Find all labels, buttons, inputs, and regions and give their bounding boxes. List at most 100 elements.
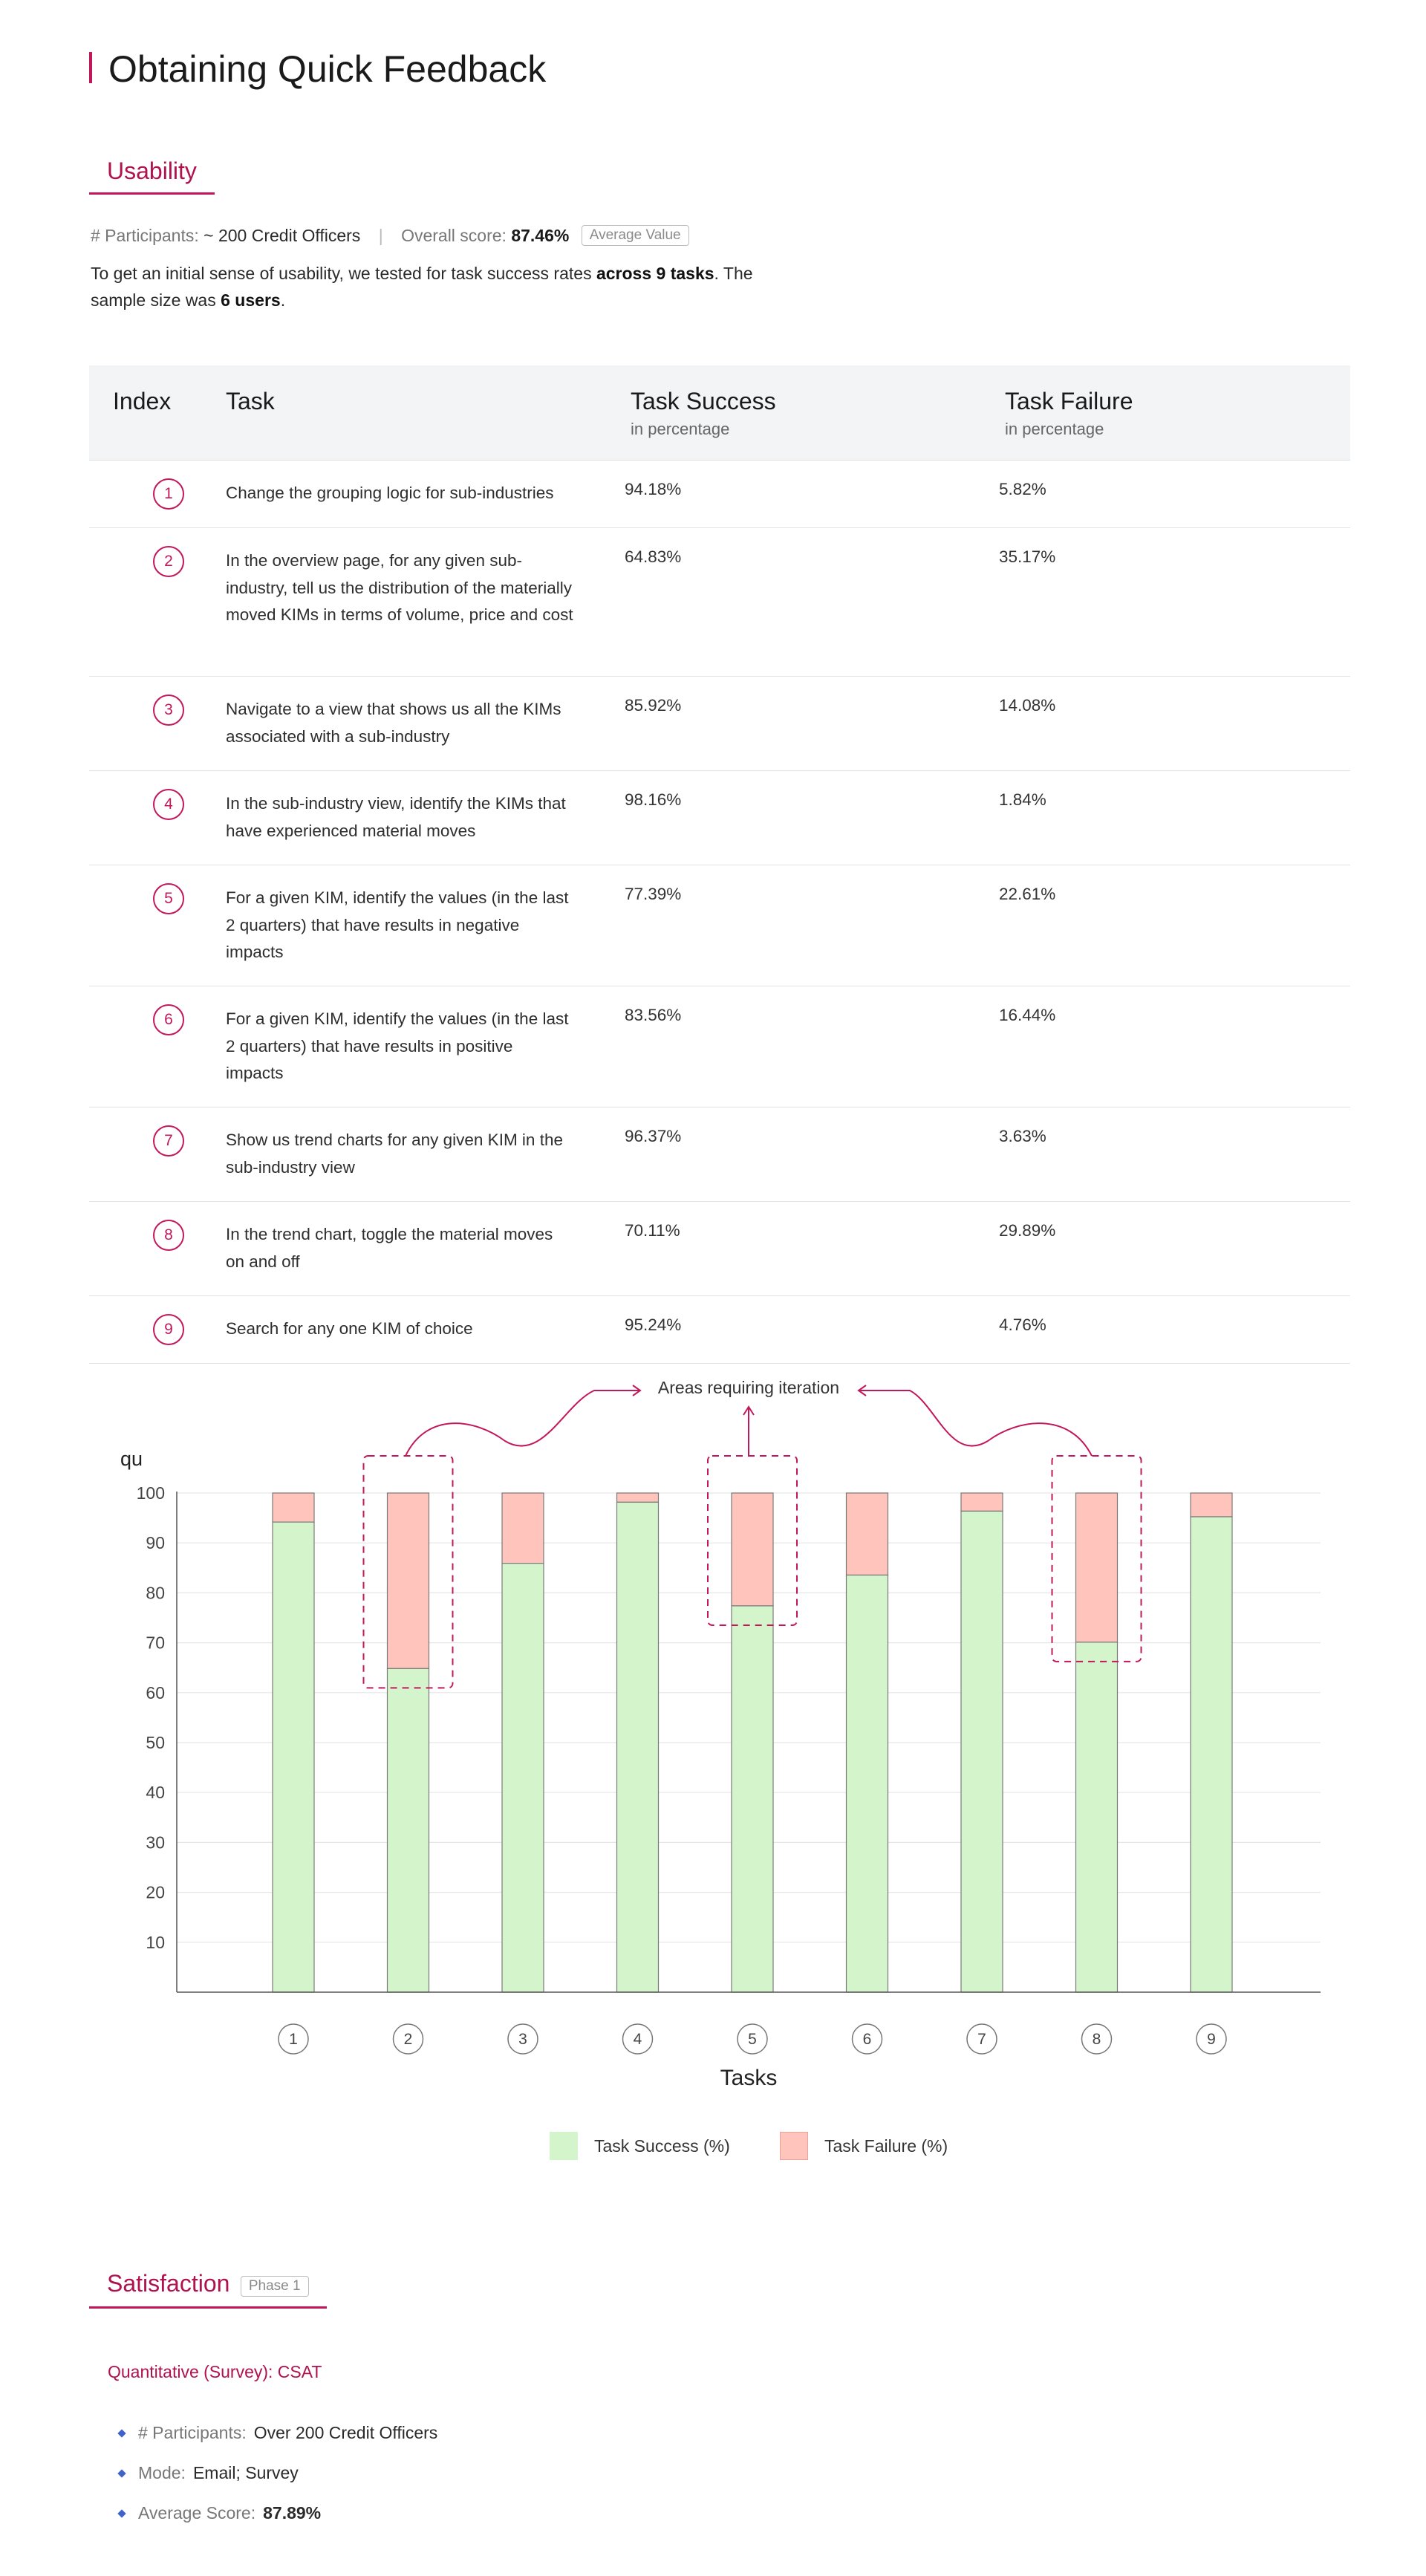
row-task: In the sub-industry view, identify the K… bbox=[226, 794, 566, 840]
row-success: 96.37% bbox=[625, 1127, 682, 1145]
table-row: 1 Change the grouping logic for sub-indu… bbox=[89, 461, 1350, 528]
row-success: 95.24% bbox=[625, 1315, 682, 1334]
x-tick-label: 8 bbox=[1093, 2031, 1101, 2048]
row-task: Change the grouping logic for sub-indust… bbox=[226, 484, 554, 502]
annotation-label: Areas requiring iteration bbox=[658, 1378, 839, 1397]
row-index-badge: 5 bbox=[153, 883, 184, 914]
y-axis-label: qu bbox=[120, 1448, 143, 1470]
participants-label: # Participants: bbox=[91, 226, 199, 245]
intro-bold-users: 6 users bbox=[221, 290, 281, 310]
usability-table: Index Task Task Success in percentage Ta… bbox=[89, 365, 1350, 1364]
row-index-badge: 2 bbox=[153, 546, 184, 577]
annotation-arrow-right bbox=[859, 1390, 1093, 1457]
y-tick-label: 40 bbox=[146, 1783, 165, 1802]
y-tick-label: 30 bbox=[146, 1832, 165, 1852]
table-row: 6 For a given KIM, identify the values (… bbox=[89, 986, 1350, 1108]
header-success-sub: in percentage bbox=[631, 420, 730, 438]
legend-swatch-success bbox=[550, 2132, 578, 2160]
x-axis-label: Tasks bbox=[720, 2066, 778, 2090]
header-success-label: Task Success bbox=[631, 388, 776, 414]
x-tick-label: 5 bbox=[748, 2031, 757, 2048]
chart-y-ticks: 10 20 30 40 50 60 70 80 90 100 bbox=[137, 1483, 165, 1952]
row-success: 98.16% bbox=[625, 790, 682, 809]
usability-heading: Usability bbox=[89, 157, 215, 195]
table-row: 2 In the overview page, for any given su… bbox=[89, 528, 1350, 677]
y-tick-label: 50 bbox=[146, 1733, 165, 1752]
bar-failure bbox=[845, 1492, 889, 1576]
row-index-badge: 1 bbox=[153, 478, 184, 510]
item-label: # Participants: bbox=[138, 2423, 247, 2442]
row-success: 77.39% bbox=[625, 885, 682, 903]
y-tick-label: 20 bbox=[146, 1883, 165, 1902]
item-value: Email; Survey bbox=[192, 2463, 299, 2482]
y-tick-label: 90 bbox=[146, 1533, 165, 1552]
usability-meta: # Participants: ~ 200 Credit Officers | … bbox=[91, 224, 689, 247]
x-tick-label: 6 bbox=[863, 2031, 872, 2048]
row-failure: 1.84% bbox=[999, 790, 1046, 809]
row-task: Navigate to a view that shows us all the… bbox=[226, 700, 561, 746]
y-tick-label: 80 bbox=[146, 1583, 165, 1602]
y-tick-label: 100 bbox=[137, 1483, 165, 1503]
intro-bold-tasks: across 9 tasks bbox=[596, 264, 714, 283]
csat-subheading: Quantitative (Survey): CSAT bbox=[108, 2362, 322, 2381]
x-tick-label: 3 bbox=[518, 2031, 527, 2048]
row-failure: 14.08% bbox=[999, 696, 1056, 715]
intro-text-1: To get an initial sense of usability, we… bbox=[91, 264, 596, 283]
row-failure: 16.44% bbox=[999, 1006, 1056, 1024]
bar-failure bbox=[272, 1492, 315, 1523]
row-task: In the overview page, for any given sub-… bbox=[226, 551, 573, 624]
row-index-badge: 6 bbox=[153, 1004, 184, 1035]
row-success: 64.83% bbox=[625, 547, 682, 566]
page-title: Obtaining Quick Feedback bbox=[108, 48, 547, 90]
header-failure: Task Failure in percentage bbox=[1005, 388, 1133, 439]
table-row: 5 For a given KIM, identify the values (… bbox=[89, 865, 1350, 986]
satisfaction-heading-label: Satisfaction bbox=[107, 2270, 230, 2297]
x-tick-label: 4 bbox=[634, 2031, 642, 2048]
header-success: Task Success in percentage bbox=[631, 388, 776, 439]
item-value: 87.89% bbox=[263, 2503, 322, 2523]
row-index-badge: 3 bbox=[153, 695, 184, 726]
list-item: Mode: Email; Survey bbox=[117, 2463, 299, 2483]
chart-bars bbox=[272, 1492, 1233, 1993]
bar-success bbox=[1075, 1642, 1119, 1993]
item-value: Over 200 Credit Officers bbox=[253, 2423, 438, 2442]
chart-x-ticks: 1 2 3 4 5 6 7 8 9 bbox=[278, 2023, 1227, 2055]
row-failure: 29.89% bbox=[999, 1221, 1056, 1240]
bar-failure bbox=[501, 1492, 544, 1564]
average-value-badge: Average Value bbox=[581, 224, 689, 246]
participants-value: ~ 200 Credit Officers bbox=[204, 226, 361, 245]
y-tick-label: 10 bbox=[146, 1933, 165, 1952]
x-tick-label: 1 bbox=[289, 2031, 298, 2048]
bar-failure bbox=[616, 1492, 660, 1503]
bar-success bbox=[1190, 1516, 1233, 1993]
item-label: Mode: bbox=[138, 2463, 186, 2482]
task-success-chart: 10 20 30 40 50 60 70 80 90 100 1 2 3 4 5 6 7 8 9 qu Tasks… bbox=[120, 1378, 1321, 2090]
usability-heading-label: Usability bbox=[107, 157, 197, 184]
bar-failure bbox=[386, 1492, 430, 1669]
satisfaction-heading: Satisfaction Phase 1 bbox=[89, 2270, 327, 2309]
row-failure: 3.63% bbox=[999, 1127, 1046, 1145]
phase-badge: Phase 1 bbox=[240, 2275, 309, 2297]
legend-swatch-failure bbox=[780, 2132, 808, 2160]
row-task: For a given KIM, identify the values (in… bbox=[226, 888, 569, 961]
header-task: Task bbox=[226, 388, 275, 414]
row-index-badge: 7 bbox=[153, 1125, 184, 1157]
row-index-badge: 8 bbox=[153, 1220, 184, 1251]
row-failure: 22.61% bbox=[999, 885, 1056, 903]
y-tick-label: 60 bbox=[146, 1683, 165, 1702]
row-success: 85.92% bbox=[625, 696, 682, 715]
row-failure: 35.17% bbox=[999, 547, 1056, 566]
x-tick-label: 2 bbox=[404, 2031, 413, 2048]
bar-success bbox=[386, 1668, 430, 1993]
row-failure: 4.76% bbox=[999, 1315, 1046, 1334]
table-row: 8 In the trend chart, toggle the materia… bbox=[89, 1202, 1350, 1296]
meta-separator: | bbox=[378, 226, 383, 245]
row-success: 94.18% bbox=[625, 480, 682, 498]
header-index: Index bbox=[113, 388, 172, 414]
row-task: In the trend chart, toggle the material … bbox=[226, 1225, 553, 1271]
bar-failure bbox=[731, 1492, 774, 1607]
bar-failure bbox=[960, 1492, 1003, 1512]
table-header: Index Task Task Success in percentage Ta… bbox=[89, 365, 1350, 461]
annotation-arrow-left bbox=[405, 1390, 639, 1457]
list-item: # Participants: Over 200 Credit Officers bbox=[117, 2423, 438, 2443]
